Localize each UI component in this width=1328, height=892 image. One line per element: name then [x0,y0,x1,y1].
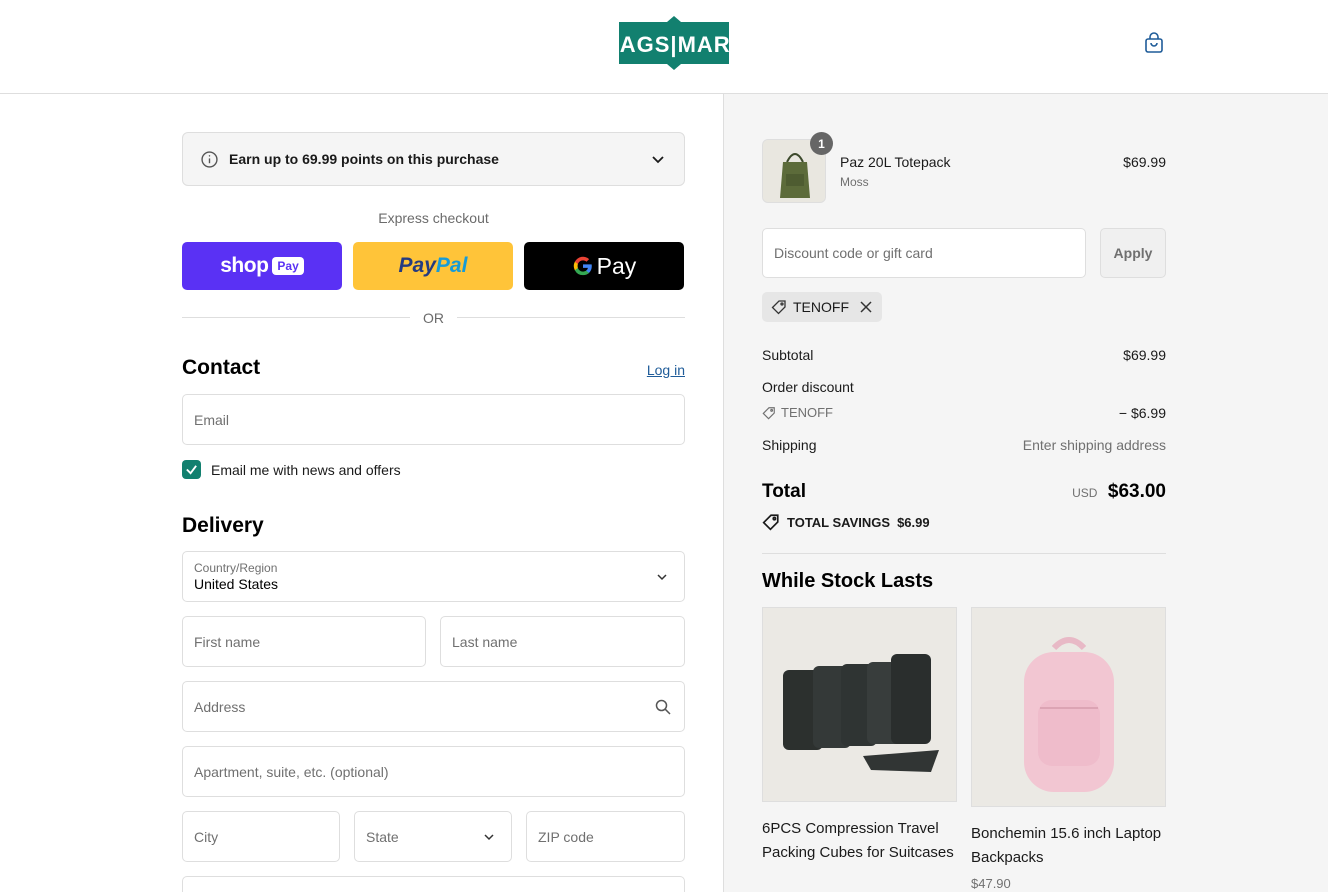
upsell-price-backpack: $47.90 [971,876,1011,891]
svg-text:BAGS|MART: BAGS|MART [615,32,733,57]
zip-input[interactable] [538,828,673,845]
email-input[interactable] [194,411,673,428]
google-g-icon [573,256,592,276]
product-price: $69.99 [1123,154,1166,170]
city-field[interactable] [182,811,340,862]
shipping-value: Enter shipping address [1022,437,1166,453]
chevron-down-icon[interactable] [650,151,666,167]
upsell-title-packing-cubes[interactable]: 6PCS Compression Travel Packing Cubes fo… [762,817,957,865]
site-header: BAGS|MART [0,0,1328,94]
total-currency: USD [1072,486,1098,500]
total-value-group: USD $63.00 [966,481,1166,503]
apartment-input[interactable] [194,763,673,780]
state-placeholder: State [366,828,399,845]
close-icon[interactable] [859,300,873,314]
shopping-bag-icon[interactable] [1142,31,1166,55]
subtotal-label: Subtotal [762,347,814,363]
last-name-input[interactable] [452,633,673,650]
shop-pay-word: shop [220,254,269,277]
upsell-image-packing-cubes[interactable] [762,607,957,802]
google-pay-button[interactable]: Pay [524,242,684,290]
total-value: $63.00 [1107,481,1166,502]
search-icon [655,699,671,715]
or-divider: OR [182,308,685,328]
subtotal-value: $69.99 [1123,347,1166,363]
total-label: Total [762,481,806,502]
news-checkbox-label[interactable]: Email me with news and offers [211,462,401,478]
upsell-title-backpack[interactable]: Bonchemin 15.6 inch Laptop Backpacks [971,822,1166,870]
or-text: OR [423,310,444,326]
shop-pay-badge: Pay [272,257,304,275]
applied-discount-chip: TENOFF [762,292,882,322]
summary-divider [762,553,1166,554]
chevron-down-icon [484,833,494,840]
country-label: Country/Region [194,560,278,575]
savings-tag-icon [762,514,779,531]
product-name: Paz 20L Totepack [840,154,951,170]
state-select[interactable]: State [354,811,512,862]
tag-icon [771,300,786,315]
quantity-badge: 1 [810,132,833,155]
phone-field-partial[interactable] [182,876,685,892]
savings-value: $6.99 [897,514,930,530]
google-pay-logo: Pay [572,252,637,280]
pink-backpack-image [972,608,1165,806]
shipping-label: Shipping [762,437,817,453]
order-discount-code-text: TENOFF [781,405,833,420]
product-variant: Moss [840,175,869,189]
delivery-heading: Delivery [182,514,264,537]
news-checkbox[interactable] [182,460,201,479]
info-icon [201,150,218,168]
applied-discount-code: TENOFF [793,299,849,315]
total-savings: TOTAL SAVINGS $6.99 [762,513,930,531]
discount-code-field[interactable] [762,228,1086,278]
paypal-logo: PayPal [398,254,468,277]
google-pay-word: Pay [596,252,637,279]
country-select[interactable]: Country/Region United States [182,551,685,602]
apartment-field[interactable] [182,746,685,797]
address-field[interactable] [182,681,685,732]
login-link[interactable]: Log in [640,362,685,378]
chevron-down-icon [657,573,667,580]
address-input[interactable] [194,698,673,715]
bagsmart-logo[interactable]: BAGS|MART [615,16,733,70]
order-discount-code: TENOFF [762,405,833,420]
last-name-field[interactable] [440,616,685,667]
order-discount-label: Order discount [762,379,854,395]
order-discount-value: − $6.99 [1118,405,1166,421]
shop-pay-button[interactable]: shop Pay [182,242,342,290]
upsell-image-backpack[interactable] [971,607,1166,807]
rewards-points-banner[interactable]: Earn up to 69.99 points on this purchase [182,132,685,186]
first-name-field[interactable] [182,616,426,667]
contact-heading: Contact [182,356,261,379]
paypal-button[interactable]: PayPal [353,242,513,290]
discount-code-input[interactable] [774,245,1074,261]
packing-cubes-image [763,608,956,801]
express-checkout-title: Express checkout [378,210,489,226]
zip-field[interactable] [526,811,685,862]
checkmark-icon [186,465,197,475]
first-name-input[interactable] [194,633,414,650]
email-field[interactable] [182,394,685,445]
while-stock-lasts-heading: While Stock Lasts [762,570,934,592]
tag-icon [762,406,775,419]
apply-discount-button[interactable]: Apply [1100,228,1166,278]
savings-label: TOTAL SAVINGS [787,514,891,530]
city-input[interactable] [194,828,328,845]
rewards-points-text: Earn up to 69.99 points on this purchase [229,151,499,167]
country-value: United States [194,575,279,592]
